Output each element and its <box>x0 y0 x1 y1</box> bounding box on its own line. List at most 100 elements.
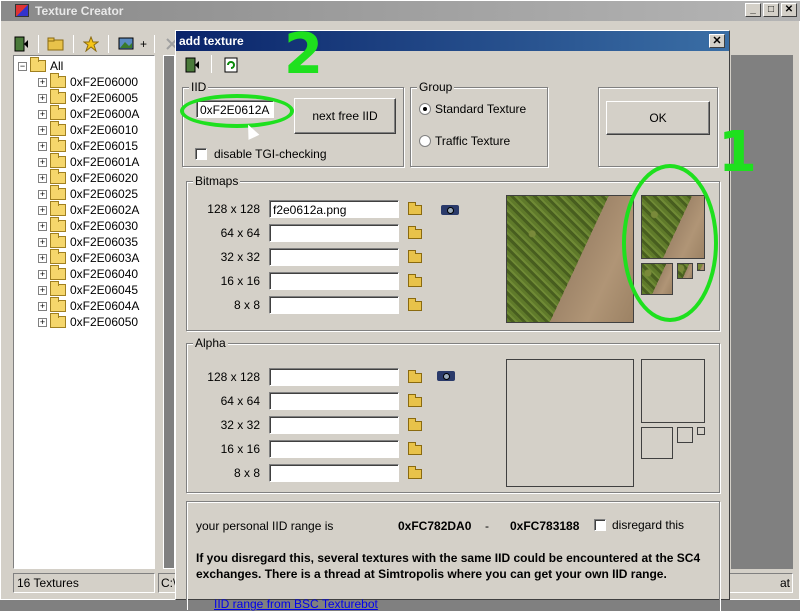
browse-folder-icon[interactable] <box>407 370 423 384</box>
alpha-file-input[interactable] <box>269 368 399 386</box>
browse-folder-icon[interactable] <box>407 442 423 456</box>
expand-icon[interactable]: + <box>38 157 47 167</box>
expand-icon[interactable]: + <box>38 109 47 119</box>
tree-item[interactable]: +0xF2E06045 <box>38 281 139 298</box>
folder-icon <box>50 297 66 312</box>
tree-item[interactable]: +0xF2E0600A <box>38 105 139 122</box>
bitmaps-file-input[interactable]: f2e0612a.png <box>269 200 399 218</box>
dialog-exit-icon[interactable] <box>182 55 202 75</box>
alpha-file-input[interactable] <box>269 392 399 410</box>
expand-icon[interactable]: + <box>38 125 47 135</box>
expand-icon[interactable]: + <box>38 189 47 199</box>
browse-folder-icon[interactable] <box>407 466 423 480</box>
alpha-file-input[interactable] <box>269 440 399 458</box>
alpha-file-input[interactable] <box>269 464 399 482</box>
close-button[interactable]: ✕ <box>781 3 797 17</box>
bitmaps-file-input[interactable] <box>269 296 399 314</box>
expand-icon[interactable]: + <box>38 141 47 151</box>
tree-item-label: 0xF2E06045 <box>70 283 139 297</box>
star-icon[interactable] <box>81 34 101 54</box>
open-folder-icon[interactable] <box>46 34 66 54</box>
tree-item[interactable]: +0xF2E06030 <box>38 217 138 234</box>
expand-icon[interactable]: + <box>38 301 47 311</box>
add-texture-icon[interactable] <box>116 34 136 54</box>
expand-icon[interactable]: + <box>38 253 47 263</box>
browse-folder-icon[interactable] <box>407 298 423 312</box>
minimize-button[interactable]: _ <box>745 3 761 17</box>
alpha-size-label: 8 x 8 <box>233 466 260 480</box>
traffic-texture-radio[interactable] <box>419 135 431 147</box>
tree-item[interactable]: +0xF2E06035 <box>38 233 138 250</box>
next-free-iid-button[interactable]: next free IID <box>294 98 396 134</box>
tree-item[interactable]: +0xF2E0601A <box>38 153 140 170</box>
browse-folder-icon[interactable] <box>407 226 423 240</box>
disable-tgi-label: disable TGI-checking <box>214 147 327 161</box>
bitmaps-file-input[interactable] <box>269 272 399 290</box>
tree-item[interactable]: +0xF2E06040 <box>38 265 138 282</box>
browse-folder-icon[interactable] <box>407 250 423 264</box>
expand-icon[interactable]: + <box>38 205 47 215</box>
iid-range-link[interactable]: IID range from BSC Texturebot <box>214 597 378 611</box>
texture-tree[interactable]: − All +0xF2E06000 +0xF2E06005 +0xF2E0600A +… <box>13 55 155 569</box>
expand-icon[interactable]: + <box>38 269 47 279</box>
tree-item[interactable]: +0xF2E0603A <box>38 249 139 266</box>
tree-item[interactable]: +0xF2E0602A <box>38 201 139 218</box>
tree-item[interactable]: +0xF2E06000 <box>38 73 138 90</box>
tree-item-label: 0xF2E0601A <box>70 155 140 169</box>
folder-icon <box>30 57 46 72</box>
standard-texture-radio[interactable] <box>419 103 431 115</box>
range-label: your personal IID range is <box>196 519 334 533</box>
range-dash: - <box>485 519 489 533</box>
expand-icon[interactable]: + <box>38 221 47 231</box>
browse-folder-icon[interactable] <box>407 202 423 216</box>
collapse-icon[interactable]: − <box>18 61 27 71</box>
bitmaps-size-label: 64 x 64 <box>220 226 260 240</box>
iid-group-label: IID <box>189 80 209 94</box>
disregard-checkbox[interactable] <box>594 519 606 531</box>
folder-icon <box>50 153 66 168</box>
tree-item[interactable]: +0xF2E06010 <box>38 121 138 138</box>
tree-item[interactable]: +0xF2E0604A <box>38 297 139 314</box>
expand-icon[interactable]: + <box>38 317 47 327</box>
folder-icon <box>50 265 66 280</box>
browse-folder-icon[interactable] <box>407 418 423 432</box>
tree-item[interactable]: +0xF2E06005 <box>38 89 138 106</box>
maximize-button[interactable]: □ <box>763 3 779 17</box>
expand-icon[interactable]: + <box>38 285 47 295</box>
folder-icon <box>50 249 66 264</box>
exit-icon[interactable] <box>11 34 31 54</box>
alpha-group-label: Alpha <box>193 336 228 350</box>
expand-icon[interactable]: + <box>38 93 47 103</box>
tree-item[interactable]: +0xF2E06050 <box>38 313 138 330</box>
disregard-label: disregard this <box>612 518 685 532</box>
alpha-file-input[interactable] <box>269 416 399 434</box>
bitmaps-file-input[interactable] <box>269 224 399 242</box>
tree-item-label: 0xF2E06025 <box>70 187 139 201</box>
tree-item[interactable]: +0xF2E06020 <box>38 169 138 186</box>
browse-folder-icon[interactable] <box>407 394 423 408</box>
ok-button[interactable]: OK <box>606 101 710 135</box>
range-from: 0xFC782DA0 <box>398 519 472 533</box>
dialog-close-button[interactable]: ✕ <box>709 34 725 48</box>
folder-icon <box>50 89 66 104</box>
annotation-ellipse-previews <box>622 164 718 322</box>
bitmaps-file-input[interactable] <box>269 248 399 266</box>
tree-root[interactable]: − All <box>18 57 63 74</box>
expand-icon[interactable]: + <box>38 77 47 87</box>
warning-text: If you disregard this, several textures … <box>196 551 701 581</box>
refresh-icon[interactable] <box>221 55 241 75</box>
browse-folder-icon[interactable] <box>407 274 423 288</box>
tree-item[interactable]: +0xF2E06015 <box>38 137 138 154</box>
dialog-title: add texture <box>179 34 244 48</box>
expand-icon[interactable]: + <box>38 173 47 183</box>
alpha-preview-16 <box>677 427 693 443</box>
expand-icon[interactable]: + <box>38 237 47 247</box>
bitmap-camera-icon[interactable] <box>441 202 459 216</box>
tree-item[interactable]: +0xF2E06025 <box>38 185 139 202</box>
alpha-size-label: 128 x 128 <box>207 370 260 384</box>
folder-icon <box>50 313 66 328</box>
alpha-camera-icon[interactable] <box>437 368 455 382</box>
annotation-number-2: 2 <box>284 22 323 87</box>
bitmaps-size-label: 8 x 8 <box>233 298 260 312</box>
disable-tgi-checkbox[interactable] <box>195 148 207 160</box>
